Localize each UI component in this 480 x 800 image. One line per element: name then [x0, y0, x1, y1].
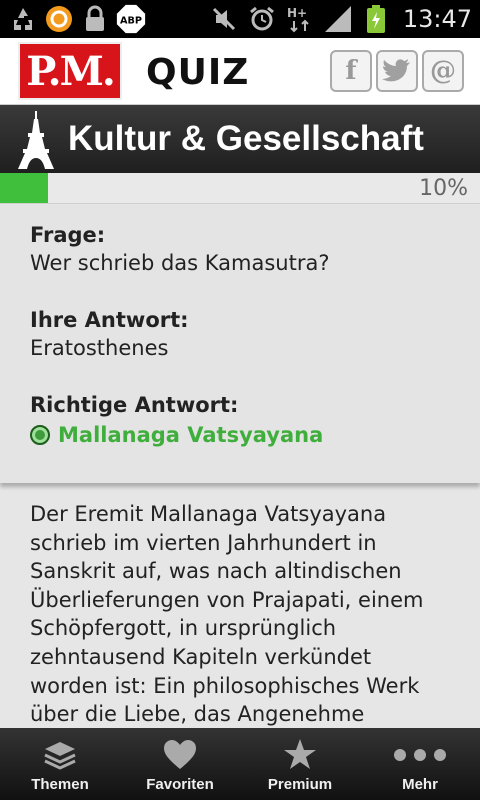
more-dots-icon [394, 749, 446, 761]
status-bar: ABP H+ 13:47 [0, 0, 480, 38]
answer-card: Frage: Wer schrieb das Kamasutra? Ihre A… [0, 205, 480, 483]
category-bar: Kultur & Gesellschaft [0, 105, 480, 173]
layers-icon [44, 742, 76, 770]
clock: 13:47 [402, 5, 472, 33]
nav-label: Themen [31, 776, 89, 793]
email-share-button[interactable]: @ [422, 50, 464, 92]
nav-item-premium[interactable]: Premium [240, 728, 360, 800]
star-icon [284, 739, 316, 769]
category-title: Kultur & Gesellschaft [68, 119, 424, 158]
your-answer-block: Ihre Antwort: Eratosthenes [30, 308, 189, 360]
twitter-icon [382, 59, 410, 82]
explanation-text: Der Eremit Mallanaga Vatsyayana schrieb … [30, 502, 424, 727]
bottom-navigation: Themen Favoriten Premium Mehr [0, 728, 480, 800]
heart-icon [164, 740, 196, 769]
battery-charging-icon [361, 4, 391, 34]
quiz-title: QUIZ [146, 52, 250, 93]
quiz-progress-bar: 10% [0, 173, 480, 204]
mute-icon [209, 4, 239, 34]
facebook-share-button[interactable]: f [330, 50, 372, 92]
pm-logo[interactable]: P.M. [18, 42, 122, 100]
lock-icon [80, 4, 110, 34]
nav-label: Mehr [402, 776, 438, 793]
your-answer-text: Eratosthenes [30, 336, 169, 360]
correct-answer-text: Mallanaga Vatsyayana [58, 423, 324, 447]
correct-answer-option: Mallanaga Vatsyayana [30, 423, 323, 447]
social-share-buttons: f @ [330, 50, 464, 92]
radio-selected-icon [30, 425, 50, 445]
your-answer-label: Ihre Antwort: [30, 308, 189, 332]
progress-fill [0, 173, 48, 203]
question-text: Wer schrieb das Kamasutra? [30, 251, 330, 275]
nav-item-favoriten[interactable]: Favoriten [120, 728, 240, 800]
correct-answer-block: Richtige Antwort: Mallanaga Vatsyayana [30, 393, 323, 447]
nav-item-mehr[interactable]: Mehr [360, 728, 480, 800]
notification-icons: ABP [8, 4, 146, 34]
system-icons: H+ 13:47 [209, 4, 472, 34]
question-block: Frage: Wer schrieb das Kamasutra? [30, 223, 330, 275]
correct-answer-label: Richtige Antwort: [30, 393, 239, 417]
question-label: Frage: [30, 223, 106, 247]
recycle-icon [8, 4, 38, 34]
svg-text:H+: H+ [287, 6, 307, 20]
nav-item-themen[interactable]: Themen [0, 728, 120, 800]
nav-label: Favoriten [146, 776, 214, 793]
svg-text:ABP: ABP [120, 15, 142, 26]
nav-label: Premium [267, 776, 333, 793]
facebook-icon: f [345, 56, 357, 86]
alarm-icon [247, 4, 277, 34]
email-icon: @ [430, 56, 456, 86]
eiffel-tower-icon [18, 111, 54, 169]
orange-circle-icon [44, 4, 74, 34]
app-header: P.M. QUIZ f @ [0, 38, 480, 105]
progress-label: 10% [419, 176, 468, 201]
network-hplus-icon: H+ [285, 4, 315, 34]
signal-icon [323, 4, 353, 34]
adblock-icon: ABP [116, 4, 146, 34]
twitter-share-button[interactable] [376, 50, 418, 92]
